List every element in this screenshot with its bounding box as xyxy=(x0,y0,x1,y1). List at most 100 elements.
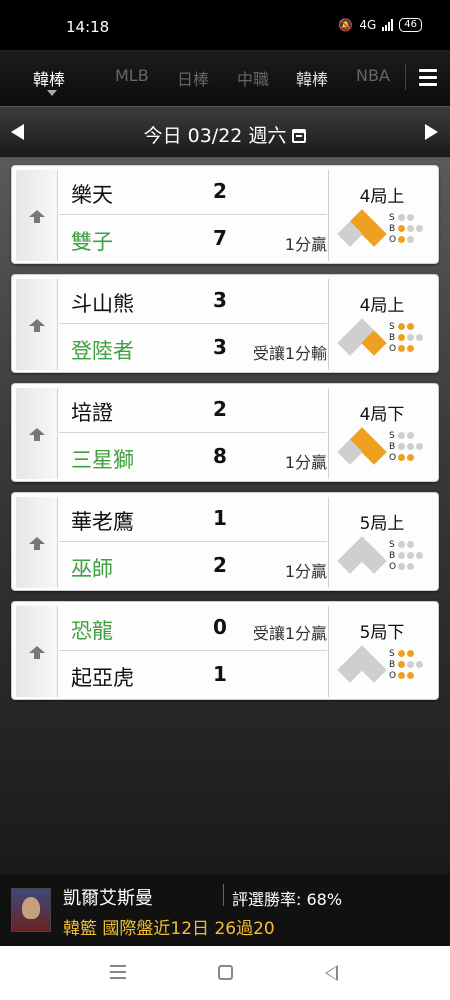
ball-dot-icon xyxy=(398,334,405,341)
recent-apps-icon[interactable] xyxy=(110,965,126,983)
tab-mlb[interactable]: MLB xyxy=(115,66,149,85)
ball-dot-icon xyxy=(407,443,414,450)
team-name: 巫師 xyxy=(71,557,113,581)
team-row: 恐龍 0 受讓1分贏 xyxy=(59,605,327,651)
game-status: 4局下 SBO xyxy=(328,388,434,479)
expand-handle[interactable] xyxy=(16,388,58,479)
ball-dot-icon xyxy=(398,661,405,668)
tab-divider xyxy=(405,64,406,90)
out-label: O xyxy=(389,670,397,681)
ball-count: B xyxy=(389,223,435,234)
out-dot-icon xyxy=(398,563,405,570)
signal-icon xyxy=(382,19,394,31)
strike-dot-icon xyxy=(407,432,414,439)
ball-dot-icon xyxy=(407,661,414,668)
strike-label: S xyxy=(389,539,395,550)
game-card[interactable]: 華老鷹 1 巫師 2 1分贏 5局上 SBO xyxy=(11,492,439,591)
team-row: 樂天 2 xyxy=(59,169,327,215)
strike-dot-icon xyxy=(407,323,414,330)
bet-result: 1分贏 xyxy=(284,562,327,581)
ball-label: B xyxy=(389,332,396,343)
ball-dot-icon xyxy=(407,334,414,341)
strike-label: S xyxy=(389,212,395,223)
team-score: 1 xyxy=(213,662,227,686)
tab-nba[interactable]: NBA xyxy=(356,66,390,85)
team-score: 2 xyxy=(213,553,227,577)
out-label: O xyxy=(389,452,397,463)
date-label: 今日 03/22 週六 xyxy=(143,125,287,147)
strike-count: S xyxy=(389,212,435,223)
team-score: 7 xyxy=(213,226,227,250)
next-date-icon[interactable] xyxy=(425,124,438,140)
analyst-banner[interactable]: 凱爾艾斯曼 評選勝率: 68% 韓籃 國際盤近12日 26過20 xyxy=(0,874,450,946)
status-bar: 14:18 🔕 4G 46 xyxy=(0,0,450,50)
date-selector[interactable]: 今日 03/22 週六 xyxy=(0,121,450,148)
analyst-record: 韓籃 國際盤近12日 26過20 xyxy=(63,919,275,939)
team-score: 3 xyxy=(213,335,227,359)
home-icon[interactable] xyxy=(218,965,233,980)
team-name: 起亞虎 xyxy=(71,666,134,690)
strike-dot-icon xyxy=(398,432,405,439)
count-indicator: SBO xyxy=(389,212,435,245)
bases-diamond-icon xyxy=(337,645,387,684)
game-card[interactable]: 培證 2 三星獅 8 1分贏 4局下 SBO xyxy=(11,383,439,482)
tab-kbo[interactable]: 韓棒 xyxy=(33,66,65,90)
sport-tabs: 韓棒 MLB 日棒 中職 韓棒 NBA xyxy=(0,50,450,106)
network-label: 4G xyxy=(359,18,377,32)
out-dot-icon xyxy=(407,454,414,461)
out-dot-icon xyxy=(398,345,405,352)
game-card[interactable]: 樂天 2 雙子 7 1分贏 4局上 SBO xyxy=(11,165,439,264)
ball-dot-icon xyxy=(416,661,423,668)
game-status: 4局上 SBO xyxy=(328,170,434,261)
back-icon[interactable] xyxy=(325,965,338,981)
strike-label: S xyxy=(389,648,395,659)
bet-result: 1分贏 xyxy=(284,235,327,254)
team-row: 雙子 7 1分贏 xyxy=(59,216,327,262)
team-name: 培證 xyxy=(71,401,113,425)
up-arrow-icon xyxy=(29,537,45,550)
ball-label: B xyxy=(389,223,396,234)
tab-kbo-2[interactable]: 韓棒 xyxy=(296,66,328,90)
out-label: O xyxy=(389,234,397,245)
out-label: O xyxy=(389,343,397,354)
strike-label: S xyxy=(389,321,395,332)
team-row: 登陸者 3 受讓1分輸 xyxy=(59,325,327,371)
inning-label: 5局上 xyxy=(359,514,405,534)
out-count: O xyxy=(389,670,435,681)
team-row: 三星獅 8 1分贏 xyxy=(59,434,327,480)
ball-dot-icon xyxy=(398,443,405,450)
strike-dot-icon xyxy=(398,541,405,548)
game-card[interactable]: 斗山熊 3 登陸者 3 受讓1分輸 4局上 SBO xyxy=(11,274,439,373)
status-time: 14:18 xyxy=(66,18,110,36)
expand-handle[interactable] xyxy=(16,170,58,261)
tab-npb[interactable]: 日棒 xyxy=(177,66,209,90)
game-card[interactable]: 恐龍 0 受讓1分贏 起亞虎 1 5局下 SBO xyxy=(11,601,439,700)
expand-handle[interactable] xyxy=(16,279,58,370)
out-label: O xyxy=(389,561,397,572)
avatar xyxy=(11,888,51,932)
bet-result: 受讓1分輸 xyxy=(252,344,327,363)
menu-icon[interactable] xyxy=(419,69,437,90)
expand-handle[interactable] xyxy=(16,606,58,697)
up-arrow-icon xyxy=(29,428,45,441)
team-name: 恐龍 xyxy=(71,619,113,643)
expand-handle[interactable] xyxy=(16,497,58,588)
ball-dot-icon xyxy=(407,225,414,232)
strike-count: S xyxy=(389,648,435,659)
ball-count: B xyxy=(389,332,435,343)
bases-diamond-icon xyxy=(337,427,387,466)
game-status: 5局下 SBO xyxy=(328,606,434,697)
out-dot-icon xyxy=(407,672,414,679)
strike-dot-icon xyxy=(398,650,405,657)
bases-diamond-icon xyxy=(337,536,387,575)
ball-count: B xyxy=(389,441,435,452)
strike-count: S xyxy=(389,430,435,441)
tab-cpbl[interactable]: 中職 xyxy=(237,66,269,90)
team-name: 斗山熊 xyxy=(71,292,134,316)
out-dot-icon xyxy=(407,345,414,352)
calendar-icon[interactable] xyxy=(292,129,307,143)
ball-dot-icon xyxy=(407,552,414,559)
out-dot-icon xyxy=(398,672,405,679)
status-icons: 🔕 4G 46 xyxy=(338,18,422,32)
inning-label: 5局下 xyxy=(359,623,405,643)
